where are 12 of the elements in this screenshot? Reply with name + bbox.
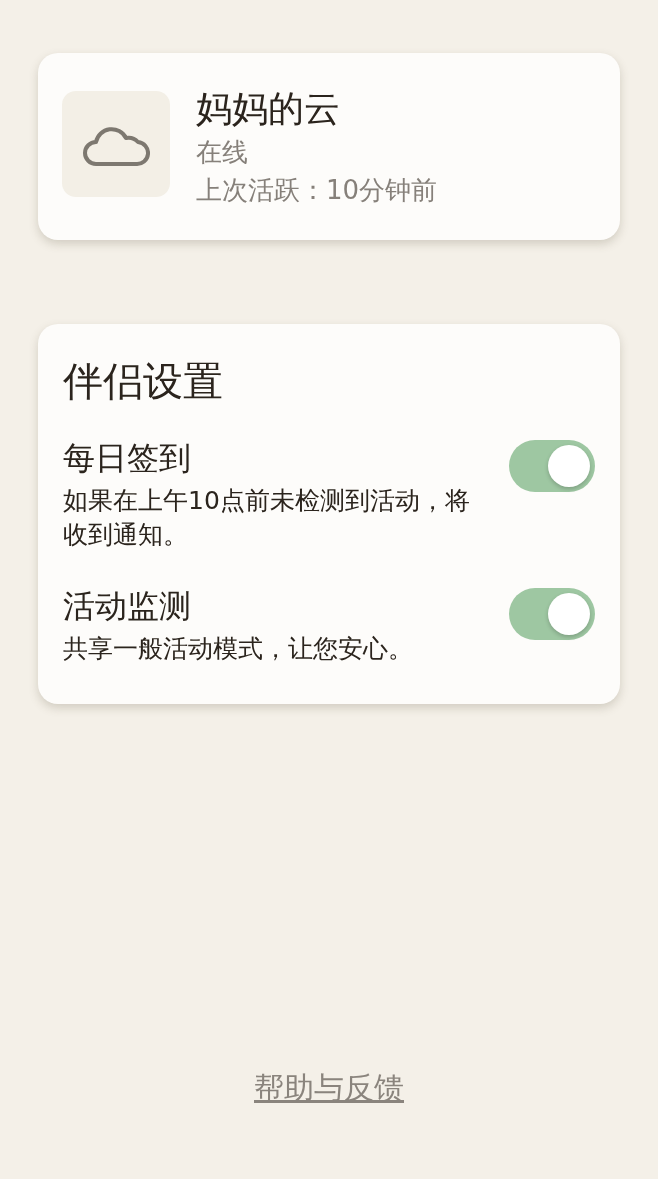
last-active-text: 上次活跃：10分钟前: [196, 173, 438, 207]
setting-description: 共享一般活动模式，让您安心。: [63, 633, 414, 665]
toggle-switch[interactable]: [509, 588, 595, 640]
setting-description: 如果在上午10点前未检测到活动，将收到通知。: [63, 485, 471, 551]
help-link[interactable]: 帮助与反馈: [254, 1068, 404, 1109]
cloud-icon: [62, 90, 170, 197]
setting-label: 每日签到: [63, 438, 192, 478]
settings-title: 伴侣设置: [63, 357, 224, 406]
device-status: 在线: [196, 135, 249, 169]
device-name: 妈妈的云: [196, 86, 341, 131]
setting-label: 活动监测: [63, 586, 192, 626]
toggle-switch[interactable]: [509, 440, 595, 492]
